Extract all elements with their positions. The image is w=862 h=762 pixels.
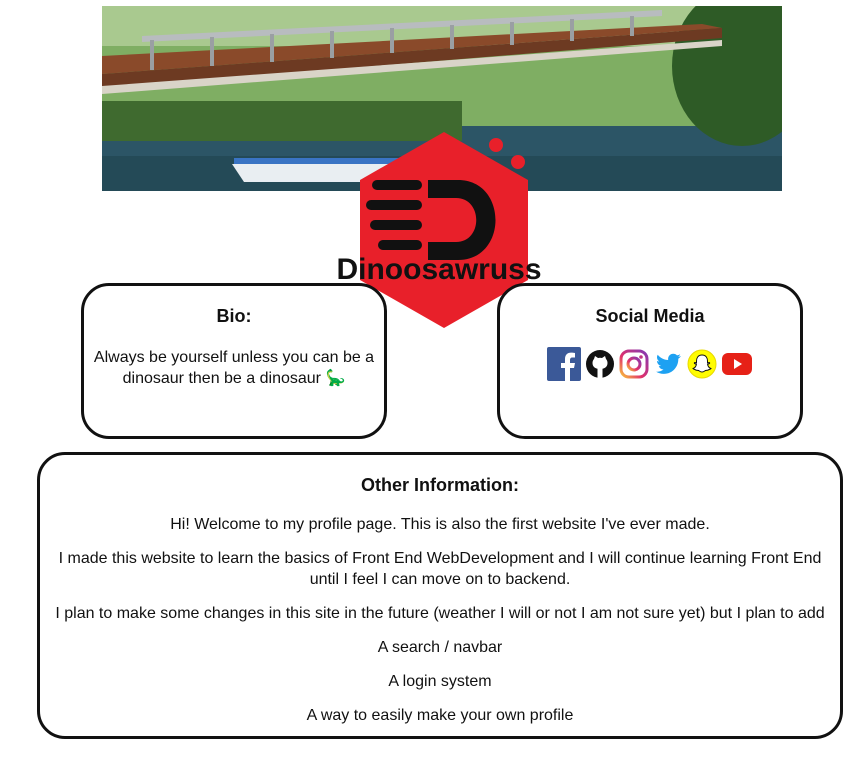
social-icons [500,347,800,381]
info-paragraph-plans: I plan to make some changes in this site… [55,605,825,622]
social-media-card: Social Media [497,283,803,439]
youtube-icon[interactable] [721,352,753,376]
info-paragraph-welcome: Hi! Welcome to my profile page. This is … [170,516,710,533]
snapchat-icon[interactable] [687,349,717,379]
instagram-icon[interactable] [619,349,649,379]
social-heading: Social Media [595,306,705,326]
bio-card: Bio: Always be yourself unless you can b… [81,283,387,439]
profile-username: Dinoosawruss [336,253,542,286]
other-information-heading: Other Information: [361,475,519,495]
bio-text: Always be yourself unless you can be a d… [93,349,375,387]
github-icon[interactable] [585,349,615,379]
planned-feature-item: A login system [388,673,492,690]
planned-feature-item: A search / navbar [377,639,503,656]
twitter-icon[interactable] [653,349,683,379]
bio-heading: Bio: [216,306,252,326]
planned-feature-item: A way to easily make your own profile [306,707,574,724]
facebook-icon[interactable] [547,347,581,381]
info-paragraph-purpose: I made this website to learn the basics … [58,550,822,588]
other-information-card: Other Information: Hi! Welcome to my pro… [37,452,843,739]
